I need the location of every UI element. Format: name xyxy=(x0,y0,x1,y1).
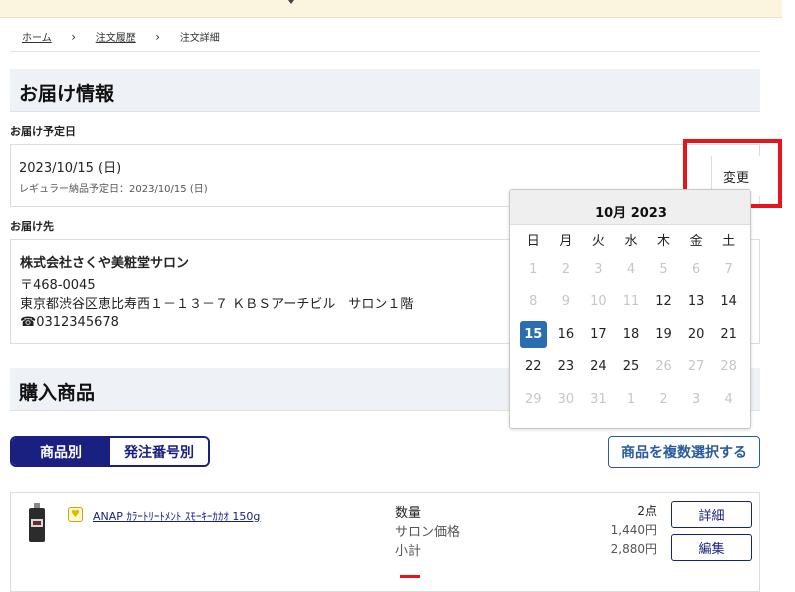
breadcrumb-home-link[interactable]: ホーム xyxy=(22,29,52,44)
quantity-value: 2点 xyxy=(637,504,657,518)
calendar-grid: 日月火水木金土 1 2 3 4 5 6 7 8 9 10 11 12 13 14 15 16 17 18 19 20 21… xyxy=(517,225,745,416)
calendar-day: 2 xyxy=(561,261,570,277)
calendar-day: 30 xyxy=(557,391,575,407)
calendar-day: 27 xyxy=(687,359,705,375)
calendar-weekday: 土 xyxy=(722,233,736,249)
calendar-day: 7 xyxy=(724,261,733,277)
calendar-day: 9 xyxy=(561,294,570,310)
salon-price-value: 1,440円 xyxy=(610,523,657,537)
product-name-link[interactable]: ANAP ｶﾗｰﾄﾘｰﾄﾒﾝﾄ ｽﾓｰｷｰｶｶｵ 150g xyxy=(93,508,260,524)
breadcrumb-history-link[interactable]: 注文履歴 xyxy=(96,29,136,44)
quantity-label: 数量 xyxy=(395,506,422,521)
company-name: 株式会社さくや美粧堂サロン xyxy=(20,256,190,271)
calendar-day[interactable]: 21 xyxy=(712,318,745,351)
divider xyxy=(10,51,760,52)
edit-button[interactable]: 編集 xyxy=(671,534,752,561)
calendar-day: 3 xyxy=(594,261,603,277)
product-image xyxy=(29,503,45,542)
calendar-day: 1 xyxy=(529,261,538,277)
calendar-weekday: 火 xyxy=(591,233,605,249)
calendar-day[interactable]: 24 xyxy=(582,351,615,384)
subtotal-value: 2,880円 xyxy=(610,542,657,556)
calendar-day: 4 xyxy=(626,261,636,277)
favorite-heart-icon[interactable]: ♥ xyxy=(68,507,83,522)
calendar-day: 31 xyxy=(590,391,607,407)
product-view-tabs: 商品別 発注番号別 xyxy=(10,436,210,467)
calendar-day[interactable]: 20 xyxy=(680,318,713,351)
calendar-day[interactable]: 25 xyxy=(615,351,648,384)
subtotal-label: 小計 xyxy=(395,544,422,559)
product-card: ♥ ANAP ｶﾗｰﾄﾘｰﾄﾒﾝﾄ ｽﾓｰｷｰｶｶｵ 150g 数量 サロン価格… xyxy=(10,492,760,592)
postal-code: 〒468-0045 xyxy=(20,278,96,293)
calendar-day[interactable]: 14 xyxy=(712,286,745,319)
calendar-day[interactable]: 22 xyxy=(517,351,550,384)
calendar-day[interactable]: 18 xyxy=(615,318,648,351)
calendar-day: 3 xyxy=(691,391,701,407)
chevron-right-icon: › xyxy=(155,29,161,44)
delivery-heading: お届け情報 xyxy=(10,69,760,112)
calendar-day: 10 xyxy=(590,294,607,310)
calendar-day[interactable]: 13 xyxy=(680,286,713,319)
regular-delivery-note: レギュラー納品予定日：2023/10/15 (日) xyxy=(19,184,208,195)
calendar-weekday: 月 xyxy=(559,233,573,249)
calendar-day: 11 xyxy=(622,294,640,310)
detail-button[interactable]: 詳細 xyxy=(671,501,752,528)
calendar-day: 6 xyxy=(691,261,701,277)
multi-select-button[interactable]: 商品を複数選択する xyxy=(608,436,760,468)
calendar-day: 4 xyxy=(724,391,733,407)
calendar-day[interactable]: 19 xyxy=(647,318,680,351)
phone-number: ☎0312345678 xyxy=(20,315,119,330)
calendar-day: 5 xyxy=(659,261,668,277)
delivery-address-label: お届け先 xyxy=(10,220,54,233)
calendar-day: 1 xyxy=(626,391,636,407)
salon-price-label: サロン価格 xyxy=(395,525,461,540)
address-text: 東京都渋谷区恵比寿西１－１３－７ ＫＢＳアーチビル サロン１階 xyxy=(20,297,414,312)
breadcrumb-current: 注文詳細 xyxy=(179,33,220,44)
calendar-day[interactable]: 15 xyxy=(517,318,550,351)
page-right-gutter xyxy=(782,0,795,582)
calendar-day[interactable]: 16 xyxy=(550,318,583,351)
calendar-day[interactable]: 12 xyxy=(647,286,680,319)
tab-by-item[interactable]: 商品別 xyxy=(12,438,110,465)
top-banner xyxy=(0,0,785,18)
calendar-day: 29 xyxy=(525,391,542,407)
calendar-weekday: 日 xyxy=(526,233,540,249)
date-picker-popup: 10月 2023 日月火水木金土 1 2 3 4 5 6 7 8 9 10 11 12 13 14 15 16 1… xyxy=(509,189,751,429)
calendar-weekday: 金 xyxy=(689,233,703,249)
delete-link-fragment[interactable] xyxy=(400,575,420,578)
calendar-day: 2 xyxy=(659,391,668,407)
calendar-day: 28 xyxy=(720,359,737,375)
delivery-date-value: 2023/10/15 (日) xyxy=(19,161,122,176)
tab-by-order-number[interactable]: 発注番号別 xyxy=(110,438,208,465)
calendar-day[interactable]: 23 xyxy=(550,351,583,384)
chevron-down-icon[interactable] xyxy=(288,0,294,4)
calendar-selected-day[interactable]: 15 xyxy=(519,320,547,348)
calendar-weekday: 水 xyxy=(624,233,638,249)
delivery-date-label: お届け予定日 xyxy=(10,125,76,138)
calendar-day[interactable]: 17 xyxy=(582,318,615,351)
breadcrumb: ホーム › 注文履歴 › 注文詳細 xyxy=(22,29,220,45)
calendar-weekday: 木 xyxy=(657,233,671,249)
chevron-right-icon: › xyxy=(71,29,77,44)
calendar-day: 8 xyxy=(529,294,538,310)
calendar-day: 26 xyxy=(655,359,672,375)
calendar-month-title: 10月 2023 xyxy=(595,206,667,221)
